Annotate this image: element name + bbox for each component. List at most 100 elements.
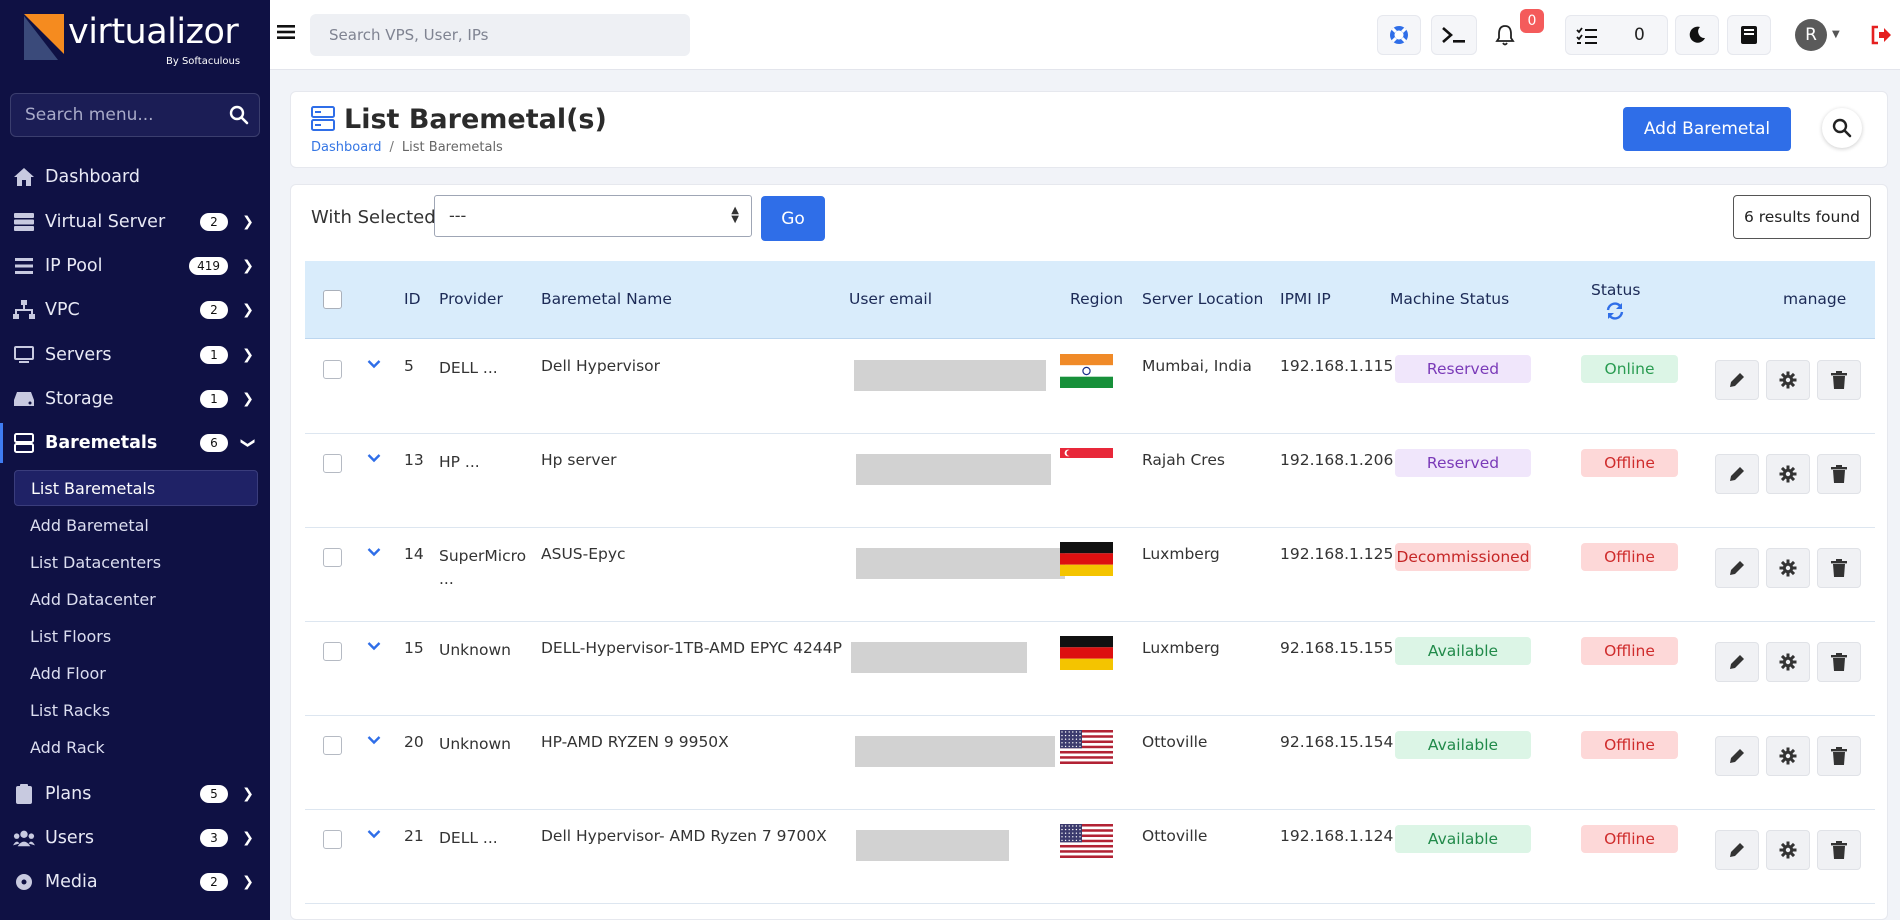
row-checkbox[interactable]: [323, 360, 342, 379]
cell-baremetal-name[interactable]: HP-AMD RYZEN 9 9950X: [541, 733, 729, 751]
settings-button[interactable]: [1766, 454, 1810, 494]
sidebar-item-label: Virtual Server: [45, 212, 166, 232]
chevron-down-icon[interactable]: [367, 547, 381, 557]
virtualizor-logo[interactable]: virtualizor By Softaculous: [24, 10, 244, 67]
row-checkbox[interactable]: [323, 454, 342, 473]
cell-server-location: Mumbai, India: [1142, 357, 1252, 375]
chevron-down-icon[interactable]: [367, 829, 381, 839]
edit-button[interactable]: [1715, 454, 1759, 494]
submenu-list-baremetals[interactable]: List Baremetals: [14, 470, 258, 506]
search-toggle-button[interactable]: [1822, 108, 1862, 148]
sidebar-item-storage[interactable]: Storage 1 ❯: [0, 379, 270, 419]
global-search-input[interactable]: [329, 26, 669, 44]
sidebar-item-virtual-server[interactable]: Virtual Server 2 ❯: [0, 202, 270, 242]
menu-search-input[interactable]: [25, 105, 225, 125]
delete-button[interactable]: [1817, 548, 1861, 588]
sidebar-item-dashboard[interactable]: Dashboard: [0, 157, 270, 197]
provider-name: Unknown: [439, 641, 511, 659]
select-all-checkbox[interactable]: [323, 290, 342, 309]
sidebar-item-baremetals[interactable]: Baremetals 6 ❯: [0, 423, 270, 463]
cell-id: 13: [404, 451, 424, 469]
trash-icon: [1831, 559, 1847, 577]
sidebar-item-users[interactable]: Users 3 ❯: [0, 818, 270, 858]
delete-button[interactable]: [1817, 830, 1861, 870]
header-manage: manage: [1783, 290, 1847, 308]
settings-button[interactable]: [1766, 736, 1810, 776]
avatar[interactable]: R: [1795, 19, 1827, 51]
bulk-action-select[interactable]: --- ▲ ▼: [434, 195, 752, 237]
chevron-down-icon[interactable]: [367, 359, 381, 369]
chevron-down-icon[interactable]: [367, 641, 381, 651]
delete-button[interactable]: [1817, 454, 1861, 494]
go-button[interactable]: Go: [761, 196, 825, 241]
sidebar-item-plans[interactable]: Plans 5 ❯: [0, 774, 270, 814]
provider-name: DELL ...: [439, 829, 498, 847]
tasks-button[interactable]: 0: [1565, 15, 1668, 55]
hamburger-menu-icon[interactable]: [276, 22, 296, 42]
chevron-down-icon[interactable]: [367, 735, 381, 745]
edit-button[interactable]: [1715, 642, 1759, 682]
search-icon[interactable]: [229, 105, 249, 125]
caret-down-icon[interactable]: ▼: [1832, 29, 1840, 40]
edit-button[interactable]: [1715, 830, 1759, 870]
submenu-add-baremetal[interactable]: Add Baremetal: [14, 507, 258, 543]
edit-button[interactable]: [1715, 548, 1759, 588]
gear-icon: [1779, 371, 1797, 389]
cell-baremetal-name[interactable]: ASUS-Epyc: [541, 545, 626, 563]
dark-mode-toggle[interactable]: [1675, 15, 1719, 55]
cell-baremetal-name[interactable]: DELL-Hypervisor-1TB-AMD EPYC 4244P: [541, 639, 842, 657]
row-checkbox[interactable]: [323, 830, 342, 849]
submenu-add-rack[interactable]: Add Rack: [14, 729, 258, 765]
status-badge: Offline: [1581, 449, 1678, 477]
breadcrumb-dashboard-link[interactable]: Dashboard: [311, 140, 382, 155]
delete-button[interactable]: [1817, 360, 1861, 400]
sidebar-item-media[interactable]: Media 2 ❯: [0, 862, 270, 902]
region-flag-india-icon: [1060, 354, 1113, 388]
settings-button[interactable]: [1766, 360, 1810, 400]
chevron-down-icon[interactable]: [367, 453, 381, 463]
cell-baremetal-name[interactable]: Dell Hypervisor- AMD Ryzen 7 9700X: [541, 827, 827, 845]
sidebar-item-servers[interactable]: Servers 1 ❯: [0, 335, 270, 375]
trash-icon: [1831, 371, 1847, 389]
help-button[interactable]: [1377, 15, 1421, 55]
cell-baremetal-name[interactable]: Dell Hypervisor: [541, 357, 660, 375]
header-region: Region: [1070, 290, 1124, 308]
machine-status-badge: Reserved: [1395, 355, 1531, 383]
submenu-add-datacenter[interactable]: Add Datacenter: [14, 581, 258, 617]
logout-button[interactable]: [1864, 15, 1898, 55]
logo-subtitle: By Softaculous: [166, 56, 241, 67]
machine-status-badge: Reserved: [1395, 449, 1531, 477]
chevron-right-icon: ❯: [242, 830, 254, 846]
edit-button[interactable]: [1715, 736, 1759, 776]
list-icon: [13, 255, 35, 277]
delete-button[interactable]: [1817, 642, 1861, 682]
logo-mark-icon: [24, 14, 64, 60]
settings-button[interactable]: [1766, 548, 1810, 588]
submenu-list-floors[interactable]: List Floors: [14, 618, 258, 654]
notifications-button[interactable]: [1487, 15, 1523, 55]
cell-server-location: Luxmberg: [1142, 545, 1220, 563]
sidebar-item-ip-pool[interactable]: IP Pool 419 ❯: [0, 246, 270, 286]
edit-button[interactable]: [1715, 360, 1759, 400]
row-checkbox[interactable]: [323, 736, 342, 755]
cell-baremetal-name[interactable]: Hp server: [541, 451, 617, 469]
row-checkbox[interactable]: [323, 642, 342, 661]
documentation-button[interactable]: [1727, 15, 1771, 55]
settings-button[interactable]: [1766, 642, 1810, 682]
machine-status-badge: Available: [1395, 731, 1531, 759]
add-baremetal-button[interactable]: Add Baremetal: [1623, 107, 1791, 151]
submenu-list-racks[interactable]: List Racks: [14, 692, 258, 728]
sidebar-item-vpc[interactable]: VPC 2 ❯: [0, 290, 270, 330]
refresh-icon[interactable]: [1605, 301, 1625, 321]
table-row: 14 SuperMicro... ASUS-Epyc Luxmberg 192.168.…: [305, 528, 1875, 622]
cell-id: 20: [404, 733, 424, 751]
settings-button[interactable]: [1766, 830, 1810, 870]
sidebar-item-label: Users: [45, 828, 95, 848]
delete-button[interactable]: [1817, 736, 1861, 776]
submenu-list-datacenters[interactable]: List Datacenters: [14, 544, 258, 580]
status-badge: Offline: [1581, 637, 1678, 665]
terminal-button[interactable]: [1431, 15, 1477, 55]
count-badge: 2: [200, 213, 228, 231]
submenu-add-floor[interactable]: Add Floor: [14, 655, 258, 691]
row-checkbox[interactable]: [323, 548, 342, 567]
